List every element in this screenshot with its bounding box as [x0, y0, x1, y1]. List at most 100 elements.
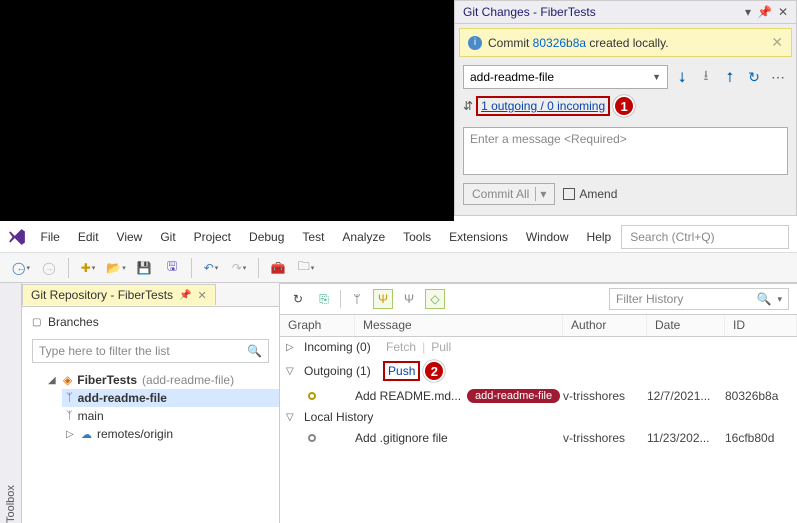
commit-author: v-trisshores	[563, 431, 647, 445]
col-message[interactable]: Message	[355, 315, 563, 336]
new-button[interactable]: ✚▾	[75, 256, 101, 280]
col-date[interactable]: Date	[647, 315, 725, 336]
commit-message-input[interactable]: Enter a message <Required>	[463, 127, 788, 175]
history-panel: ↻ ⎘ ᛘ Ψ Ψ ◇ Filter History 🔍 ▾ Graph Mes…	[280, 283, 797, 523]
menu-tools[interactable]: Tools	[395, 226, 439, 248]
nav-back-button[interactable]: ◯←▾	[8, 256, 34, 280]
explorer-button[interactable]: 🗀▾	[293, 256, 319, 280]
save-all-button[interactable]: 🖫	[159, 256, 185, 280]
toolbox-sidebar[interactable]: Toolbox	[0, 283, 22, 523]
commit-dropdown-icon[interactable]: ▾	[535, 187, 546, 201]
branches-header[interactable]: ▢ Branches	[22, 311, 279, 333]
push-link[interactable]: Push	[386, 364, 417, 378]
git-changes-titlebar: Git Changes - FiberTests ▾ 📌 ✕	[455, 1, 796, 24]
commit-hash-link[interactable]: 80326b8a	[533, 36, 586, 50]
col-id[interactable]: ID	[725, 315, 797, 336]
window-menu-icon[interactable]: ▾	[745, 5, 751, 19]
repo-current-branch: (add-readme-file)	[142, 373, 234, 387]
commit-message: Add .gitignore file	[355, 431, 448, 445]
pin-icon[interactable]: 📌	[757, 5, 772, 19]
open-button[interactable]: 📂▾	[103, 256, 129, 280]
git-repository-tab[interactable]: Git Repository - FiberTests 📌 ✕	[22, 284, 216, 305]
infobar-close-icon[interactable]: ✕	[771, 34, 783, 51]
outgoing-label: Outgoing (1)	[304, 364, 371, 378]
remotes-node[interactable]: ▷ ☁ remotes/origin	[62, 425, 279, 443]
outgoing-incoming-link[interactable]: 1 outgoing / 0 incoming	[479, 99, 607, 113]
nav-fwd-button[interactable]: ◯→	[36, 256, 62, 280]
branch-add-readme-file[interactable]: ᛉ add-readme-file	[62, 389, 279, 407]
sync-status-row: ⇵ 1 outgoing / 0 incoming 1	[455, 93, 796, 123]
toolbox-button[interactable]: 🧰	[265, 256, 291, 280]
info-text: Commit 80326b8a created locally.	[488, 36, 669, 50]
branch-filter-input[interactable]: Type here to filter the list 🔍	[32, 339, 269, 363]
repo-node[interactable]: ◢ ◈ FiberTests (add-readme-file)	[44, 371, 279, 389]
tag-icon[interactable]: ◇	[425, 289, 445, 309]
menu-window[interactable]: Window	[518, 226, 577, 248]
commit-dot-icon	[308, 392, 316, 400]
filter-grey-icon[interactable]: Ψ	[399, 289, 419, 309]
branch-icon: ᛉ	[66, 392, 73, 404]
search-icon: 🔍	[247, 344, 262, 358]
commit-date: 12/7/2021...	[647, 389, 725, 403]
menu-extensions[interactable]: Extensions	[441, 226, 516, 248]
menu-test[interactable]: Test	[294, 226, 332, 248]
caret-right-icon: ▷	[286, 342, 298, 353]
incoming-group[interactable]: ▷ Incoming (0) Fetch | Pull	[280, 337, 797, 357]
menu-file[interactable]: File	[33, 226, 68, 248]
branch-name: add-readme-file	[470, 70, 554, 84]
branch-main[interactable]: ᛉ main	[62, 407, 279, 425]
close-icon[interactable]: ✕	[778, 5, 788, 19]
git-repository-panel: Git Repository - FiberTests 📌 ✕ ▢ Branch…	[22, 283, 280, 523]
search-input[interactable]: Search (Ctrl+Q)	[621, 225, 789, 249]
tab-close-icon[interactable]: ✕	[198, 289, 207, 302]
undo-button[interactable]: ↶▾	[198, 256, 224, 280]
outgoing-group[interactable]: ▽ Outgoing (1) Push 2	[280, 357, 797, 385]
git-changes-panel: Git Changes - FiberTests ▾ 📌 ✕ i Commit …	[454, 0, 797, 216]
history-columns: Graph Message Author Date ID	[280, 315, 797, 337]
repo-icon: ◈	[63, 373, 72, 387]
menu-debug[interactable]: Debug	[241, 226, 292, 248]
compare-icon[interactable]: ⎘	[314, 289, 334, 309]
push-icon[interactable]: ⭡	[720, 67, 740, 87]
branch-graph-icon[interactable]: ᛘ	[347, 289, 367, 309]
commit-date: 11/23/202...	[647, 431, 725, 445]
menu-project[interactable]: Project	[186, 226, 239, 248]
more-icon[interactable]: ⋯	[768, 67, 788, 87]
tab-title: Git Repository - FiberTests	[31, 288, 173, 302]
caret-down-icon: ▽	[286, 412, 298, 423]
commit-row-local[interactable]: Add .gitignore file v-trisshores 11/23/2…	[280, 427, 797, 449]
repo-name: FiberTests	[77, 373, 137, 387]
refresh-icon[interactable]: ↻	[288, 289, 308, 309]
menu-edit[interactable]: Edit	[70, 226, 107, 248]
chevron-down-icon: ▼	[652, 72, 661, 82]
menu-help[interactable]: Help	[579, 226, 620, 248]
lower-area: Toolbox Git Repository - FiberTests 📌 ✕ …	[0, 283, 797, 523]
visual-studio-shell: File Edit View Git Project Debug Test An…	[0, 221, 797, 523]
menu-view[interactable]: View	[109, 226, 151, 248]
col-author[interactable]: Author	[563, 315, 647, 336]
sync-icon[interactable]: ↻	[744, 67, 764, 87]
menu-analyze[interactable]: Analyze	[334, 226, 393, 248]
col-graph[interactable]: Graph	[280, 315, 355, 336]
menu-git[interactable]: Git	[152, 226, 183, 248]
chevron-down-icon: ▾	[777, 294, 782, 305]
branch-dropdown[interactable]: add-readme-file ▼	[463, 65, 668, 89]
save-button[interactable]: 💾	[131, 256, 157, 280]
filter-yellow-icon[interactable]: Ψ	[373, 289, 393, 309]
history-filter-placeholder: Filter History	[616, 292, 683, 306]
vs-logo-icon[interactable]	[8, 227, 27, 247]
local-history-group[interactable]: ▽ Local History	[280, 407, 797, 427]
fetch-icon[interactable]: ⭣	[672, 67, 692, 87]
amend-checkbox[interactable]: Amend	[563, 187, 617, 201]
menu-bar: File Edit View Git Project Debug Test An…	[0, 221, 797, 253]
commit-created-infobar: i Commit 80326b8a created locally. ✕	[459, 28, 792, 57]
pin-icon[interactable]: 📌	[179, 290, 191, 301]
incoming-label: Incoming (0)	[304, 340, 371, 354]
pull-icon[interactable]: ⭳	[696, 67, 716, 87]
commit-message: Add README.md...	[355, 389, 461, 403]
redo-button[interactable]: ↷▾	[226, 256, 252, 280]
history-filter-input[interactable]: Filter History 🔍 ▾	[609, 288, 789, 310]
commit-all-button[interactable]: Commit All ▾	[463, 183, 555, 205]
collapse-icon: ▢	[32, 317, 42, 328]
commit-row-outgoing[interactable]: Add README.md... add-readme-file v-triss…	[280, 385, 797, 407]
